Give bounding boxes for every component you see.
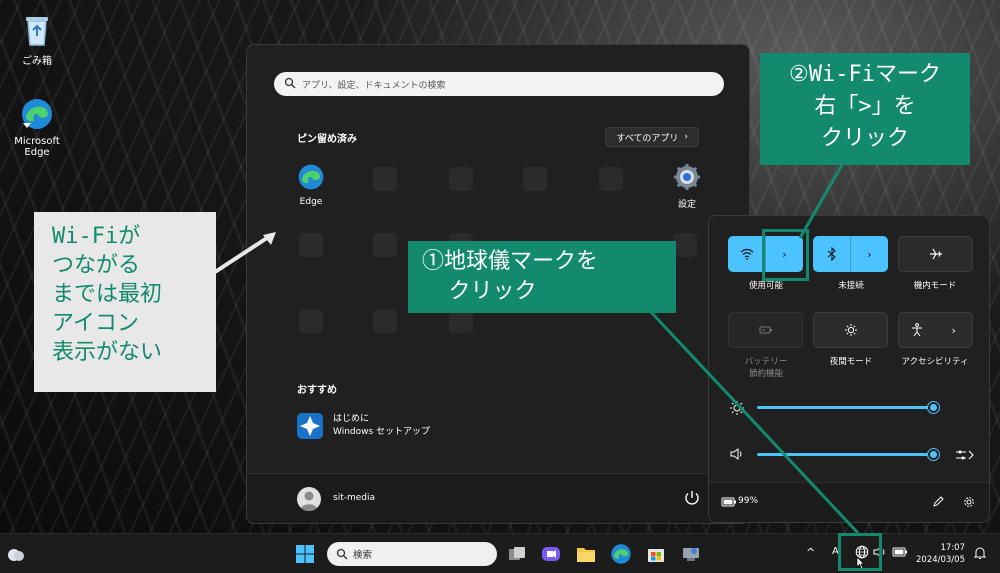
highlight-globe-icon xyxy=(838,533,882,571)
highlight-wifi-expand xyxy=(762,229,809,281)
annotation-arrows xyxy=(213,164,860,535)
step2-connector xyxy=(798,164,844,239)
arrow-line xyxy=(213,234,272,274)
step1-connector xyxy=(648,309,860,535)
